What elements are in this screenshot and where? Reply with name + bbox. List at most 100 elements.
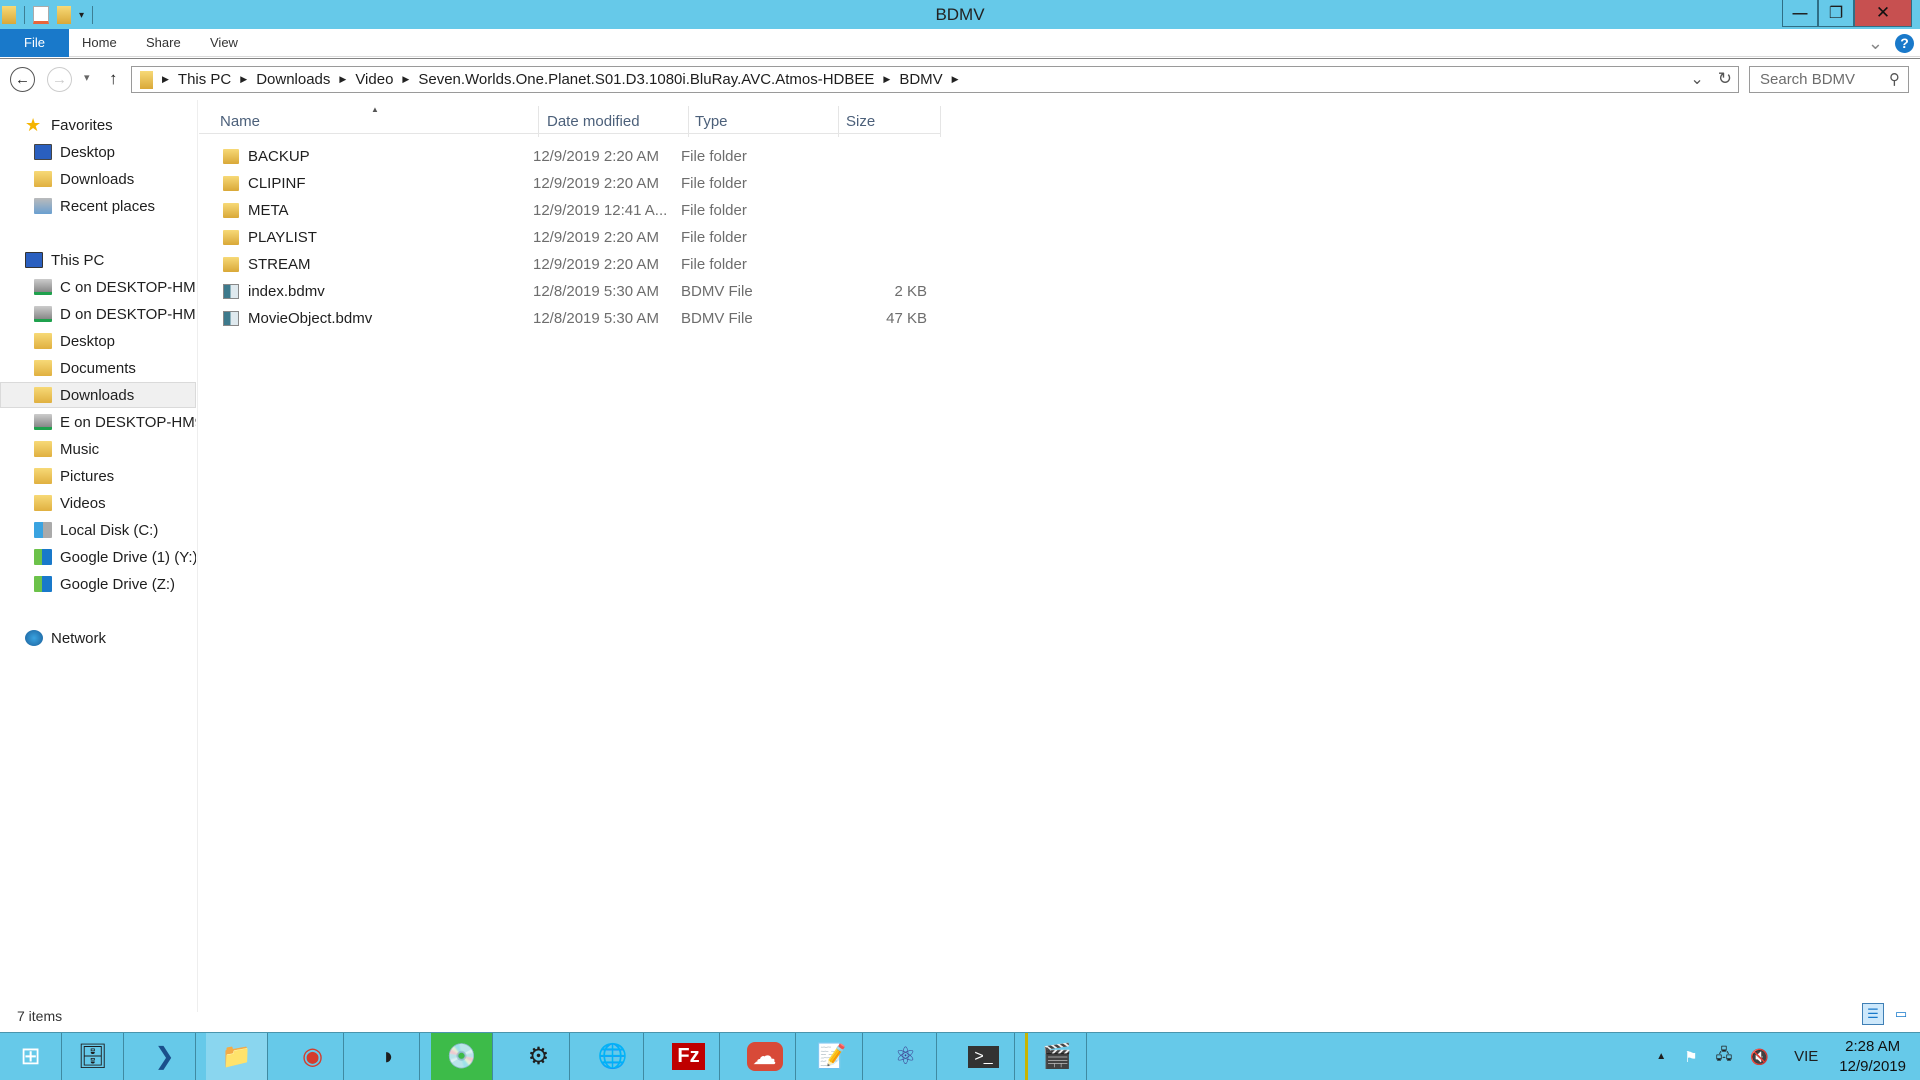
- sidebar-item-downloads[interactable]: Downloads: [0, 382, 196, 408]
- sidebar-item-c-network-drive[interactable]: C on DESKTOP-HM9I: [0, 274, 196, 300]
- minimize-button[interactable]: —: [1782, 0, 1818, 27]
- sidebar-item-e-network-drive[interactable]: E on DESKTOP-HM9I: [0, 409, 196, 435]
- computer-icon: [25, 252, 43, 268]
- up-button[interactable]: ↑: [109, 69, 118, 89]
- details-view-button[interactable]: ☰: [1862, 1003, 1884, 1025]
- back-button[interactable]: ←: [10, 67, 35, 92]
- sidebar-item-label: Documents: [60, 359, 136, 377]
- recent-locations-icon[interactable]: ▾: [84, 71, 90, 84]
- network-status-icon[interactable]: 🖧: [1716, 1044, 1733, 1069]
- sidebar-item-label: Favorites: [51, 116, 113, 134]
- bdmv-file-icon: [223, 311, 239, 326]
- sidebar-item-pictures[interactable]: Pictures: [0, 463, 196, 489]
- tab-file[interactable]: File: [0, 29, 69, 57]
- sidebar-item-google-drive-y[interactable]: Google Drive (1) (Y:): [0, 544, 196, 570]
- network-drive-icon: [34, 306, 52, 322]
- taskbar-burner-app[interactable]: 💿: [431, 1033, 493, 1080]
- network-drive-icon: [34, 279, 52, 295]
- ribbon: File Home Share View ⌄ ?: [0, 29, 1920, 57]
- breadcrumb-downloads[interactable]: Downloads: [256, 71, 330, 88]
- sidebar-item-videos[interactable]: Videos: [0, 490, 196, 516]
- restore-button[interactable]: ❐: [1818, 0, 1854, 27]
- sidebar-item-recent-places[interactable]: Recent places: [0, 193, 196, 219]
- burner-app-icon: 💿: [446, 1043, 477, 1070]
- taskbar-server-manager[interactable]: 🗄: [62, 1033, 124, 1080]
- sidebar-item-d-network-drive[interactable]: D on DESKTOP-HM9: [0, 301, 196, 327]
- show-hidden-icons-button[interactable]: ▲: [1656, 1051, 1666, 1062]
- column-header-type[interactable]: Type: [689, 106, 839, 137]
- taskbar-terminal-app[interactable]: >_: [953, 1033, 1015, 1080]
- taskbar-cloud-app[interactable]: ☁: [734, 1033, 796, 1080]
- system-tray: ▲ ⚑ 🖧 🔇 VIE 2:28 AM 12/9/2019: [1647, 1033, 1920, 1080]
- crumb-separator-icon[interactable]: ▶: [402, 74, 409, 85]
- table-row[interactable]: index.bdmv 12/8/2019 5:30 AM BDMV File 2…: [207, 278, 941, 305]
- table-row[interactable]: PLAYLIST 12/9/2019 2:20 AM File folder: [207, 224, 941, 251]
- column-header-date-modified[interactable]: Date modified: [539, 106, 689, 137]
- sidebar-item-this-pc[interactable]: This PC: [0, 247, 196, 273]
- terminal-app-icon: >_: [968, 1045, 999, 1068]
- breadcrumb-release-folder[interactable]: Seven.Worlds.One.Planet.S01.D3.1080i.Blu…: [418, 71, 874, 88]
- crumb-separator-icon[interactable]: ▶: [339, 74, 346, 85]
- help-icon[interactable]: ?: [1895, 34, 1914, 53]
- tab-share[interactable]: Share: [146, 29, 181, 57]
- search-input[interactable]: Search BDMV ⚲: [1749, 66, 1909, 93]
- taskbar-chrome[interactable]: ◉: [282, 1033, 344, 1080]
- column-header-size[interactable]: Size: [839, 106, 941, 137]
- table-row[interactable]: META 12/9/2019 12:41 A... File folder: [207, 197, 941, 224]
- refresh-icon[interactable]: ↻: [1718, 69, 1732, 89]
- taskbar-audio-app[interactable]: ◗: [358, 1033, 420, 1080]
- taskbar-download-manager[interactable]: 🌐: [582, 1033, 644, 1080]
- clock[interactable]: 2:28 AM 12/9/2019: [1839, 1037, 1906, 1077]
- crumb-separator-icon[interactable]: ▶: [883, 74, 890, 85]
- taskbar-powershell[interactable]: ❯: [134, 1033, 196, 1080]
- volume-muted-icon[interactable]: 🔇: [1750, 1048, 1769, 1066]
- sidebar-item-music[interactable]: Music: [0, 436, 196, 462]
- expand-ribbon-icon[interactable]: ⌄: [1868, 33, 1883, 54]
- sidebar-item-google-drive-z[interactable]: Google Drive (Z:): [0, 571, 196, 597]
- sidebar-item-desktop-fav[interactable]: Desktop: [0, 139, 196, 165]
- table-row[interactable]: STREAM 12/9/2019 2:20 AM File folder: [207, 251, 941, 278]
- taskbar-atom-app[interactable]: ⚛: [875, 1033, 937, 1080]
- sidebar-item-desktop[interactable]: Desktop: [0, 328, 196, 354]
- start-button[interactable]: ⊞: [0, 1033, 62, 1080]
- file-date: 12/8/2019 5:30 AM: [533, 310, 659, 327]
- forward-button[interactable]: →: [47, 67, 72, 92]
- breadcrumb-bdmv[interactable]: BDMV: [899, 71, 942, 88]
- close-button[interactable]: ✕: [1854, 0, 1912, 27]
- crumb-separator-icon[interactable]: ▶: [162, 74, 169, 85]
- breadcrumb-video[interactable]: Video: [355, 71, 393, 88]
- breadcrumb-this-pc[interactable]: This PC: [178, 71, 231, 88]
- table-row[interactable]: MovieObject.bdmv 12/8/2019 5:30 AM BDMV …: [207, 305, 941, 332]
- crumb-separator-icon[interactable]: ▶: [240, 74, 247, 85]
- taskbar-notepad[interactable]: 📝: [801, 1033, 863, 1080]
- crumb-separator-icon[interactable]: ▶: [952, 74, 959, 85]
- table-row[interactable]: BACKUP 12/9/2019 2:20 AM File folder: [207, 143, 941, 170]
- search-icon[interactable]: ⚲: [1889, 67, 1900, 92]
- address-dropdown-icon[interactable]: ⌄: [1690, 69, 1703, 89]
- tab-view[interactable]: View: [210, 29, 238, 57]
- sidebar-item-network[interactable]: Network: [0, 625, 196, 651]
- sidebar-item-documents[interactable]: Documents: [0, 355, 196, 381]
- taskbar-filezilla[interactable]: Fz: [658, 1033, 720, 1080]
- notepad-icon: 📝: [816, 1043, 847, 1070]
- taskbar-settings-app[interactable]: ⚙: [508, 1033, 570, 1080]
- sidebar-item-local-disk-c[interactable]: Local Disk (C:): [0, 517, 196, 543]
- address-bar[interactable]: ▶ This PC ▶ Downloads ▶ Video ▶ Seven.Wo…: [131, 66, 1739, 93]
- table-row[interactable]: CLIPINF 12/9/2019 2:20 AM File folder: [207, 170, 941, 197]
- sidebar-item-label: Desktop: [60, 332, 116, 350]
- column-header-name[interactable]: Name: [199, 106, 539, 137]
- file-type: File folder: [681, 148, 747, 165]
- sidebar-item-favorites[interactable]: ★ Favorites: [0, 112, 196, 138]
- sidebar-item-downloads-fav[interactable]: Downloads: [0, 166, 196, 192]
- input-language[interactable]: VIE: [1794, 1048, 1818, 1065]
- downloads-folder-icon: [34, 387, 52, 403]
- action-center-icon[interactable]: ⚑: [1684, 1048, 1697, 1066]
- taskbar-media-player[interactable]: 🎬: [1025, 1033, 1087, 1080]
- tab-home[interactable]: Home: [82, 29, 117, 57]
- file-name: BACKUP: [248, 148, 310, 165]
- file-date: 12/9/2019 12:41 A...: [533, 202, 668, 219]
- taskbar-file-explorer[interactable]: 📁: [206, 1033, 268, 1080]
- large-icons-view-button[interactable]: ▭: [1890, 1003, 1912, 1025]
- chrome-icon: ◉: [302, 1043, 323, 1070]
- file-date: 12/9/2019 2:20 AM: [533, 175, 659, 192]
